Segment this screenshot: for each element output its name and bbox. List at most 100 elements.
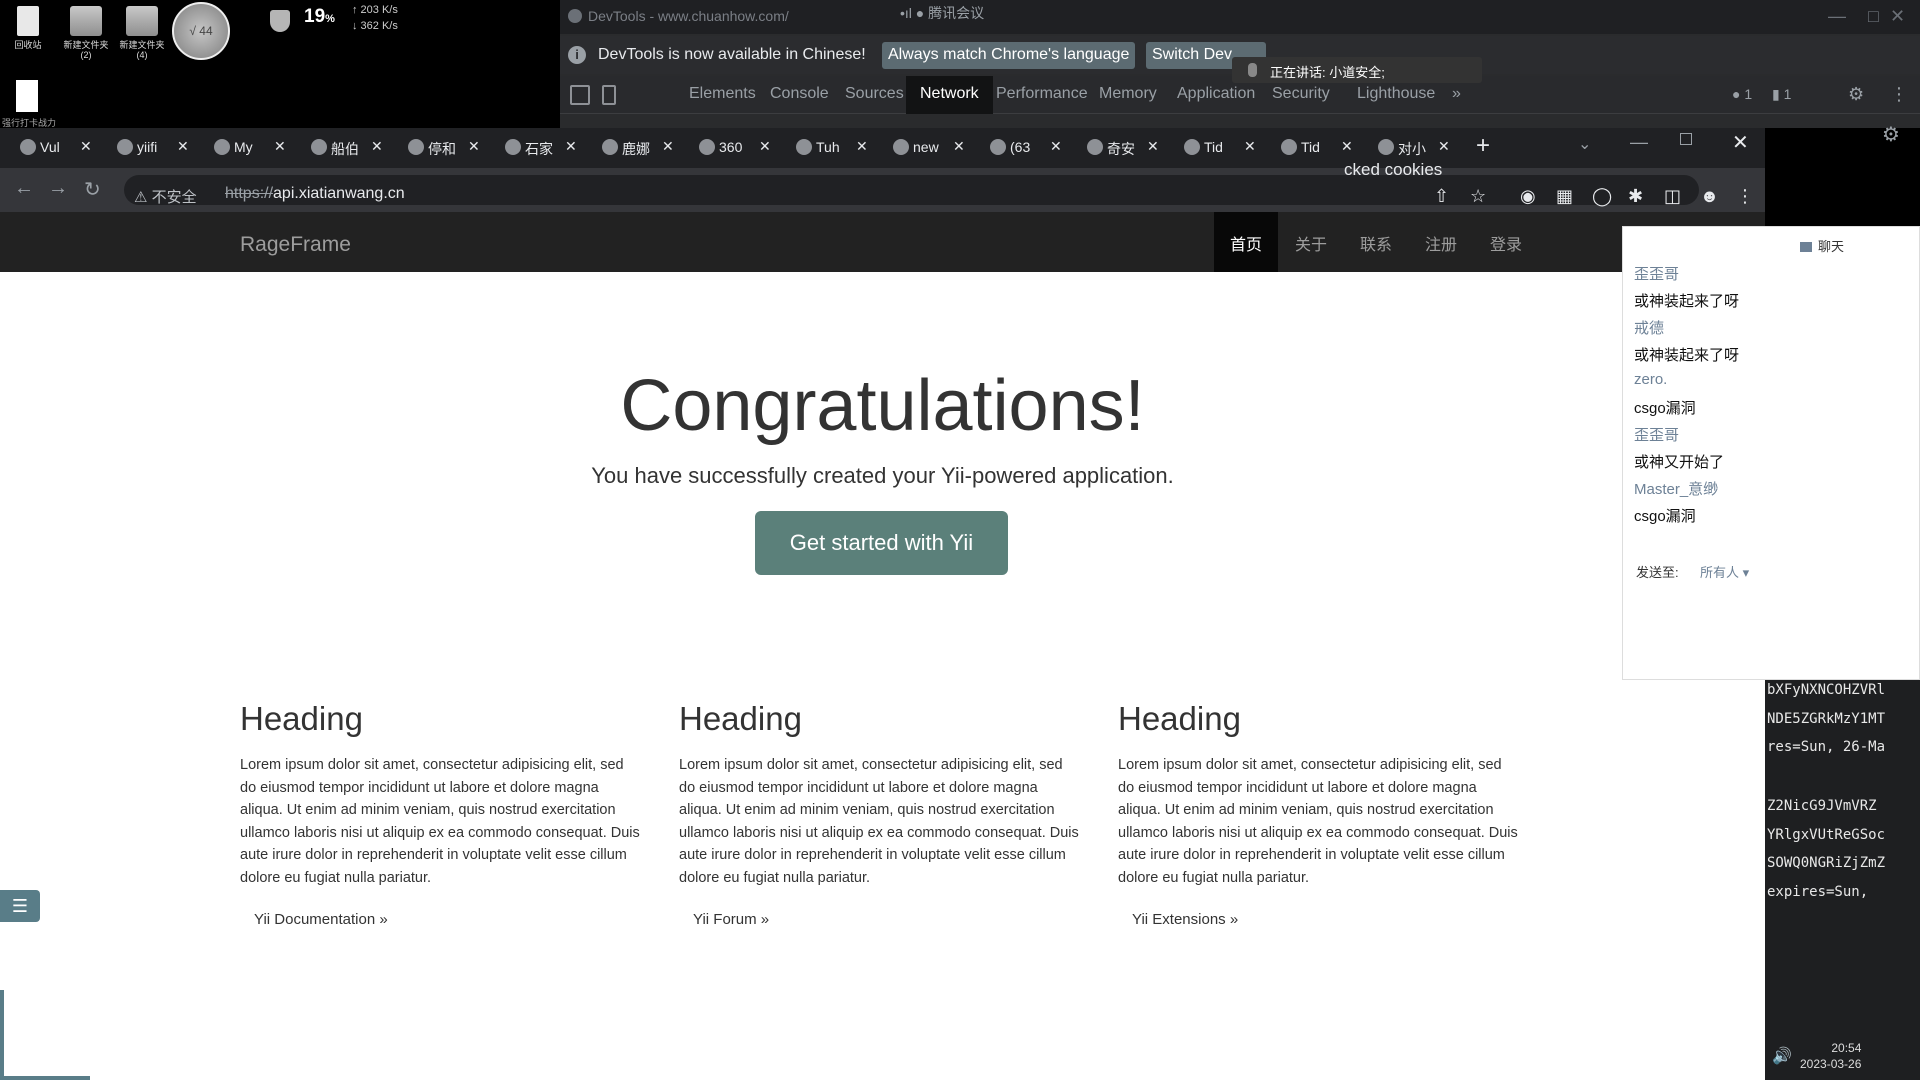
close-tab-icon[interactable]: ✕ — [953, 138, 965, 155]
browser-tab[interactable]: (63 ✕ — [970, 128, 1066, 168]
new-tab-button[interactable]: + — [1476, 132, 1490, 160]
tab-label: new — [913, 139, 939, 155]
error-count: 1 — [1744, 86, 1753, 102]
tab-search-icon[interactable]: ⌄ — [1578, 134, 1591, 154]
volume-icon[interactable]: 🔊 — [1772, 1046, 1792, 1066]
browser-tab[interactable]: 鹿娜 ✕ — [582, 128, 678, 168]
message-count-badge[interactable]: ▮ 1 — [1772, 86, 1791, 103]
browser-tab[interactable]: 船伯 ✕ — [291, 128, 387, 168]
bookmark-star-icon[interactable]: ☆ — [1470, 186, 1486, 207]
device-toolbar-icon[interactable] — [602, 85, 616, 105]
close-tab-icon[interactable]: ✕ — [1341, 138, 1353, 155]
recycle-bin-icon[interactable]: 回收站 — [4, 6, 52, 50]
qr-code-icon[interactable]: ▦ — [1556, 186, 1573, 207]
yii-extensions-link[interactable]: Yii Extensions » — [1132, 911, 1238, 928]
close-tab-icon[interactable]: ✕ — [177, 138, 189, 155]
tab-label: 石家 — [525, 141, 553, 157]
close-tab-icon[interactable]: ✕ — [371, 138, 383, 155]
browser-tab[interactable]: 奇安 ✕ — [1067, 128, 1163, 168]
network-speed: ↑ 203 K/s ↓ 362 K/s — [352, 2, 398, 34]
settings-gear-icon[interactable]: ⚙ — [1848, 84, 1864, 105]
page-lead: You have successfully created your Yii-p… — [591, 463, 1174, 488]
extension-icon[interactable]: ◉ — [1520, 186, 1536, 207]
yii-forum-link[interactable]: Yii Forum » — [693, 911, 769, 928]
speaking-text: 正在讲话: 小道安全; — [1270, 65, 1385, 80]
browser-tab[interactable]: Vul ✕ — [0, 128, 96, 168]
gear-icon[interactable]: ⚙ — [1882, 122, 1900, 147]
nav-login[interactable]: 登录 — [1474, 212, 1538, 272]
nav-about[interactable]: 关于 — [1279, 212, 1343, 272]
share-icon[interactable]: ⇧ — [1434, 186, 1449, 207]
close-tab-icon[interactable]: ✕ — [1244, 138, 1256, 155]
document-icon[interactable] — [16, 80, 38, 112]
close-tab-icon[interactable]: ✕ — [1438, 138, 1450, 155]
maximize-icon[interactable]: □ — [1868, 6, 1879, 27]
browser-minimize-icon[interactable]: — — [1630, 132, 1648, 153]
content-column: Heading Lorem ipsum dolor sit amet, cons… — [679, 700, 1079, 929]
nav-signup[interactable]: 注册 — [1409, 212, 1473, 272]
tab-label: 对小 — [1398, 141, 1426, 157]
close-tab-icon[interactable]: ✕ — [759, 138, 771, 155]
taskbar-clock[interactable]: 20:54 2023-03-26 — [1800, 1040, 1861, 1072]
yii-documentation-link[interactable]: Yii Documentation » — [254, 911, 388, 928]
url-text[interactable]: https://api.xiatianwang.cn — [225, 185, 405, 203]
site-brand[interactable]: RageFrame — [240, 233, 351, 257]
content-column: Heading Lorem ipsum dolor sit amet, cons… — [240, 700, 640, 929]
close-tab-icon[interactable]: ✕ — [856, 138, 868, 155]
profile-icon[interactable]: ☻ — [1700, 186, 1719, 207]
code-line: SOWQ0NGRiZjZmZ — [1767, 855, 1886, 871]
browser-close-icon[interactable]: ✕ — [1732, 130, 1749, 155]
tab-performance[interactable]: Performance — [982, 76, 1102, 114]
close-tab-icon[interactable]: ✕ — [1147, 138, 1159, 155]
get-started-button[interactable]: Get started with Yii — [755, 511, 1008, 575]
side-panel-icon[interactable]: ◫ — [1664, 186, 1681, 207]
favicon-icon — [602, 139, 618, 155]
favicon-icon — [1087, 139, 1103, 155]
forward-icon[interactable]: → — [48, 177, 68, 200]
column-body: Lorem ipsum dolor sit amet, consectetur … — [679, 757, 1079, 886]
tab-sources[interactable]: Sources — [831, 76, 918, 114]
reload-icon[interactable]: ↻ — [84, 177, 101, 202]
chat-header: 聊天 — [1800, 236, 1844, 255]
nav-home[interactable]: 首页 — [1214, 212, 1279, 272]
browser-tab[interactable]: yiifi ✕ — [97, 128, 193, 168]
match-language-button[interactable]: Always match Chrome's language — [882, 42, 1136, 69]
user-avatar[interactable]: √ 44 — [172, 2, 230, 60]
list-toggle-icon[interactable]: ☰ — [0, 890, 40, 922]
close-tab-icon[interactable]: ✕ — [274, 138, 286, 155]
close-tab-icon[interactable]: ✕ — [1050, 138, 1062, 155]
close-icon[interactable]: ✕ — [1890, 6, 1905, 27]
code-line: YRlgxVUtReGSoc — [1767, 827, 1886, 843]
close-tab-icon[interactable]: ✕ — [565, 138, 577, 155]
eye-extension-icon[interactable]: ◯ — [1592, 186, 1612, 207]
browser-menu-icon[interactable]: ⋮ — [1736, 186, 1754, 207]
folder-4-icon[interactable]: 新建文件夹 (4) — [118, 6, 166, 60]
browser-tab[interactable]: 停和 ✕ — [388, 128, 484, 168]
browser-tab[interactable]: My ✕ — [194, 128, 290, 168]
extensions-puzzle-icon[interactable]: ✱ — [1628, 186, 1643, 207]
not-secure-label[interactable]: ⚠ 不安全 — [134, 186, 197, 207]
tab-network[interactable]: Network — [906, 76, 993, 114]
inspect-icon[interactable] — [570, 85, 590, 105]
browser-tab[interactable]: Tid ✕ — [1261, 128, 1357, 168]
back-icon[interactable]: ← — [14, 177, 34, 200]
tab-console[interactable]: Console — [756, 76, 843, 114]
send-target-select[interactable]: 所有人 ▾ — [1700, 562, 1749, 581]
browser-tab[interactable]: new ✕ — [873, 128, 969, 168]
browser-tab[interactable]: 360 ✕ — [679, 128, 775, 168]
close-tab-icon[interactable]: ✕ — [468, 138, 480, 155]
nav-contact[interactable]: 联系 — [1344, 212, 1408, 272]
github-icon — [796, 139, 812, 155]
close-tab-icon[interactable]: ✕ — [80, 138, 92, 155]
folder-2-icon[interactable]: 新建文件夹 (2) — [62, 6, 110, 60]
close-tab-icon[interactable]: ✕ — [662, 138, 674, 155]
browser-tab[interactable]: Tuh ✕ — [776, 128, 872, 168]
browser-tab[interactable]: 石家 ✕ — [485, 128, 581, 168]
tab-memory[interactable]: Memory — [1085, 76, 1171, 114]
browser-tab[interactable]: Tid ✕ — [1164, 128, 1260, 168]
browser-maximize-icon[interactable] — [1680, 133, 1692, 145]
error-count-badge[interactable]: ● 1 — [1732, 86, 1752, 102]
minimize-icon[interactable]: — — [1828, 6, 1846, 27]
favicon-icon — [311, 139, 327, 155]
kebab-menu-icon[interactable]: ⋮ — [1890, 84, 1908, 105]
